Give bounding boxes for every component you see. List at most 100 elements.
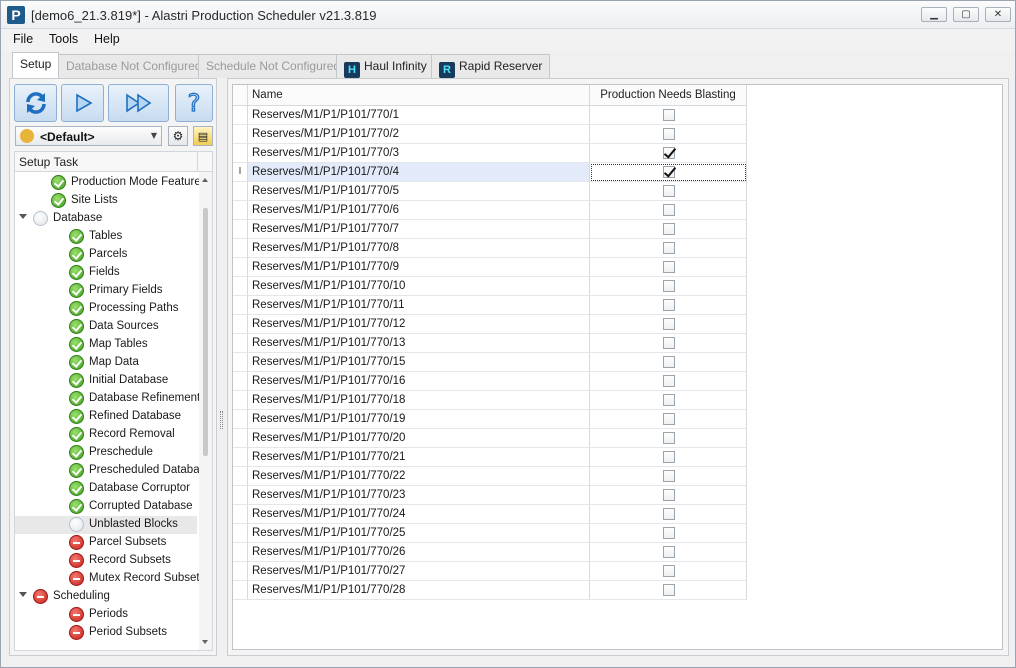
row-indicator[interactable] — [233, 182, 248, 201]
tree-item[interactable]: Refined Database — [15, 408, 197, 426]
row-indicator[interactable] — [233, 125, 248, 144]
menu-file[interactable]: File — [13, 32, 33, 46]
run-button[interactable] — [61, 84, 104, 122]
needs-blasting-checkbox[interactable] — [663, 185, 675, 197]
tree-item[interactable]: Tables — [15, 228, 197, 246]
needs-blasting-checkbox[interactable] — [663, 261, 675, 273]
row-indicator[interactable] — [233, 562, 248, 581]
needs-blasting-checkbox[interactable] — [663, 166, 675, 178]
needs-blasting-checkbox[interactable] — [663, 204, 675, 216]
table-row[interactable]: Reserves/M1/P1/P101/770/13 — [233, 334, 747, 353]
tree-item[interactable]: Period Subsets — [15, 624, 197, 642]
cell-name[interactable]: Reserves/M1/P1/P101/770/15 — [248, 353, 590, 372]
row-indicator[interactable] — [233, 277, 248, 296]
cell-name[interactable]: Reserves/M1/P1/P101/770/24 — [248, 505, 590, 524]
cell-name[interactable]: Reserves/M1/P1/P101/770/12 — [248, 315, 590, 334]
needs-blasting-checkbox[interactable] — [663, 242, 675, 254]
cell-name[interactable]: Reserves/M1/P1/P101/770/18 — [248, 391, 590, 410]
cell-needs-blasting[interactable] — [590, 353, 747, 372]
table-row[interactable]: Reserves/M1/P1/P101/770/9 — [233, 258, 747, 277]
cell-name[interactable]: Reserves/M1/P1/P101/770/5 — [248, 182, 590, 201]
cell-name[interactable]: Reserves/M1/P1/P101/770/21 — [248, 448, 590, 467]
profile-settings-button[interactable]: ⚙ — [168, 126, 188, 146]
needs-blasting-checkbox[interactable] — [663, 546, 675, 558]
refresh-button[interactable] — [14, 84, 57, 122]
scroll-thumb[interactable] — [203, 208, 208, 456]
needs-blasting-checkbox[interactable] — [663, 565, 675, 577]
help-button[interactable]: ? — [175, 84, 213, 122]
expand-toggle-icon[interactable] — [19, 214, 27, 219]
table-row[interactable]: I Reserves/M1/P1/P101/770/4 — [233, 163, 747, 182]
tab-schedule[interactable]: Schedule Not Configured — [198, 54, 349, 78]
cell-needs-blasting[interactable] — [590, 543, 747, 562]
row-indicator[interactable] — [233, 543, 248, 562]
cell-name[interactable]: Reserves/M1/P1/P101/770/8 — [248, 239, 590, 258]
needs-blasting-checkbox[interactable] — [663, 375, 675, 387]
profile-select[interactable]: <Default> ▼ — [15, 126, 162, 146]
cell-name[interactable]: Reserves/M1/P1/P101/770/4 — [248, 163, 590, 182]
tab-setup[interactable]: Setup — [12, 52, 60, 78]
needs-blasting-checkbox[interactable] — [663, 527, 675, 539]
tree-item[interactable]: Scheduling — [15, 588, 197, 606]
cell-name[interactable]: Reserves/M1/P1/P101/770/3 — [248, 144, 590, 163]
cell-name[interactable]: Reserves/M1/P1/P101/770/23 — [248, 486, 590, 505]
tab-database[interactable]: Database Not Configured — [58, 54, 210, 78]
tree-item[interactable]: Prescheduled Database — [15, 462, 212, 480]
tree-item[interactable]: Record Removal — [15, 426, 197, 444]
needs-blasting-checkbox[interactable] — [663, 584, 675, 596]
needs-blasting-checkbox[interactable] — [663, 356, 675, 368]
table-row[interactable]: Reserves/M1/P1/P101/770/25 — [233, 524, 747, 543]
row-indicator[interactable] — [233, 315, 248, 334]
minimize-button[interactable]: ▁ — [921, 7, 947, 22]
table-row[interactable]: Reserves/M1/P1/P101/770/24 — [233, 505, 747, 524]
cell-needs-blasting[interactable] — [590, 505, 747, 524]
tree-item[interactable]: Database Refinements — [15, 390, 206, 408]
tree-item[interactable]: Production Mode Features — [15, 174, 207, 192]
cell-name[interactable]: Reserves/M1/P1/P101/770/1 — [248, 106, 590, 125]
tree-item[interactable]: Parcel Subsets — [15, 534, 197, 552]
cell-name[interactable]: Reserves/M1/P1/P101/770/6 — [248, 201, 590, 220]
needs-blasting-checkbox[interactable] — [663, 223, 675, 235]
tree-item[interactable]: Database — [15, 210, 197, 228]
table-row[interactable]: Reserves/M1/P1/P101/770/19 — [233, 410, 747, 429]
cell-needs-blasting[interactable] — [590, 581, 747, 600]
tree-scrollbar[interactable] — [199, 172, 212, 650]
needs-blasting-checkbox[interactable] — [663, 337, 675, 349]
cell-needs-blasting[interactable] — [590, 467, 747, 486]
title-bar[interactable]: P [demo6_21.3.819*] - Alastri Production… — [1, 1, 1015, 29]
row-indicator[interactable] — [233, 467, 248, 486]
tree-item[interactable]: Corrupted Database — [15, 498, 197, 516]
scroll-up-icon[interactable] — [202, 178, 208, 182]
column-header-blasting[interactable]: Production Needs Blasting — [590, 85, 747, 106]
cell-name[interactable]: Reserves/M1/P1/P101/770/22 — [248, 467, 590, 486]
tree-item[interactable]: Record Subsets — [15, 552, 197, 570]
cell-needs-blasting[interactable] — [590, 334, 747, 353]
table-row[interactable]: Reserves/M1/P1/P101/770/16 — [233, 372, 747, 391]
cell-name[interactable]: Reserves/M1/P1/P101/770/26 — [248, 543, 590, 562]
close-button[interactable]: ✕ — [985, 7, 1011, 22]
column-header-name[interactable]: Name — [248, 85, 590, 106]
row-indicator[interactable] — [233, 581, 248, 600]
tree-item[interactable]: Preschedule — [15, 444, 197, 462]
cell-needs-blasting[interactable] — [590, 296, 747, 315]
cell-needs-blasting[interactable] — [590, 372, 747, 391]
cell-needs-blasting[interactable] — [590, 277, 747, 296]
cell-needs-blasting[interactable] — [590, 429, 747, 448]
maximize-button[interactable]: ▢ — [953, 7, 979, 22]
row-indicator[interactable] — [233, 372, 248, 391]
cell-name[interactable]: Reserves/M1/P1/P101/770/28 — [248, 581, 590, 600]
cell-name[interactable]: Reserves/M1/P1/P101/770/16 — [248, 372, 590, 391]
tree-item[interactable]: Primary Fields — [15, 282, 197, 300]
table-row[interactable]: Reserves/M1/P1/P101/770/7 — [233, 220, 747, 239]
row-indicator[interactable] — [233, 505, 248, 524]
cell-needs-blasting[interactable] — [590, 448, 747, 467]
table-row[interactable]: Reserves/M1/P1/P101/770/20 — [233, 429, 747, 448]
cell-name[interactable]: Reserves/M1/P1/P101/770/19 — [248, 410, 590, 429]
needs-blasting-checkbox[interactable] — [663, 508, 675, 520]
table-row[interactable]: Reserves/M1/P1/P101/770/21 — [233, 448, 747, 467]
cell-needs-blasting[interactable] — [590, 486, 747, 505]
row-indicator[interactable] — [233, 410, 248, 429]
cell-name[interactable]: Reserves/M1/P1/P101/770/9 — [248, 258, 590, 277]
row-indicator[interactable] — [233, 524, 248, 543]
cell-needs-blasting[interactable] — [590, 220, 747, 239]
